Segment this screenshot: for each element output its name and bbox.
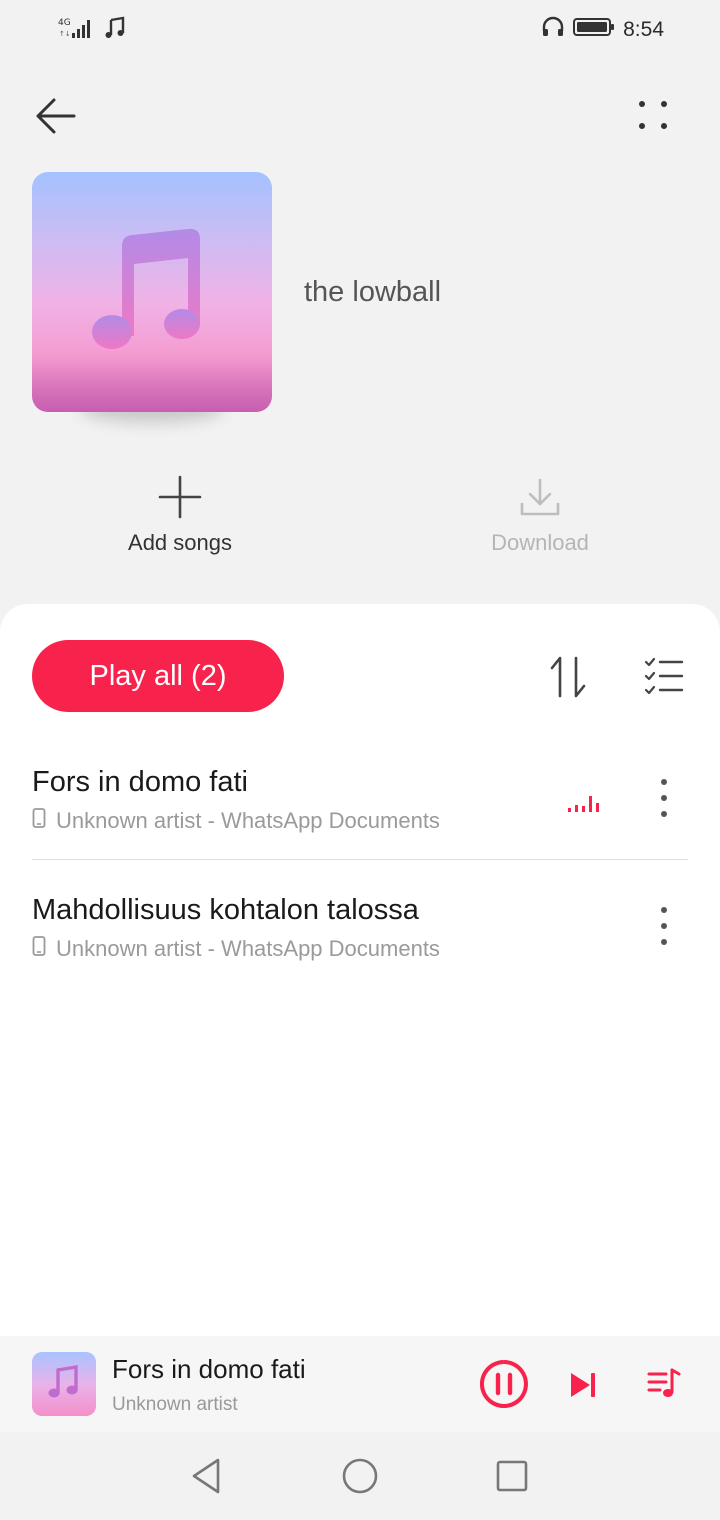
clock: 8:54 [623,17,664,41]
multi-select-button[interactable] [642,656,686,698]
triangle-back-icon [188,1456,224,1501]
circle-home-icon [340,1456,380,1501]
system-navigation-bar [0,1432,720,1520]
music-note-icon [47,1364,81,1405]
plus-icon [158,475,202,524]
song-more-button[interactable] [650,906,678,950]
back-arrow-icon [34,96,78,141]
sort-button[interactable] [548,654,592,700]
song-subtitle: Unknown artist - WhatsApp Documents [56,808,440,833]
music-note-icon [104,16,126,45]
download-label: Download [491,530,589,555]
battery-icon [573,16,615,43]
status-bar: 4G ↑↓ 8:54 [0,0,720,62]
mini-player-artist: Unknown artist [112,1394,238,1415]
pause-button[interactable] [478,1358,530,1410]
download-icon [519,476,561,523]
song-list-sheet: Play all (2) Fors in domo fati Unknown a… [0,604,720,1336]
headphones-icon [541,16,565,43]
mini-player-cover [32,1352,96,1416]
mini-player-title: Fors in domo fati [112,1354,306,1384]
music-note-icon [88,226,206,361]
multi-select-icon [642,657,686,702]
download-button[interactable]: Download [440,474,640,556]
playlist-queue-icon [646,1368,682,1406]
song-subtitle-row: Unknown artist - WhatsApp Documents [32,936,440,962]
back-button[interactable] [30,92,82,144]
phone-icon [32,808,46,834]
play-all-button[interactable]: Play all (2) [32,640,284,712]
nav-home-button[interactable] [338,1456,382,1500]
more-dots-icon [636,98,672,139]
song-subtitle: Unknown artist - WhatsApp Documents [56,936,440,961]
mini-player[interactable]: Fors in domo fati Unknown artist [0,1336,720,1432]
add-songs-label: Add songs [128,530,232,555]
next-track-button[interactable] [566,1368,600,1402]
song-subtitle-row: Unknown artist - WhatsApp Documents [32,808,440,834]
song-more-button[interactable] [650,778,678,822]
nav-recents-button[interactable] [490,1456,534,1500]
sort-icon [548,656,592,704]
status-left: 4G ↑↓ [58,16,126,45]
vertical-dots-icon [660,778,668,823]
song-row[interactable]: Mahdollisuus kohtalon talossa Unknown ar… [32,876,688,988]
signal-icon: 4G ↑↓ [58,16,96,45]
status-right: 8:54 [541,16,664,43]
skip-next-icon [566,1373,600,1406]
add-songs-button[interactable]: Add songs [80,474,280,556]
playlist-cover [32,172,272,412]
svg-text:↑↓: ↑↓ [59,30,71,38]
now-playing-equalizer-icon [566,792,600,819]
network-type-label: 4G [58,18,71,28]
vertical-dots-icon [660,906,668,951]
song-title: Mahdollisuus kohtalon talossa [32,894,419,926]
song-title: Fors in domo fati [32,766,248,798]
pause-icon [478,1360,530,1414]
song-row[interactable]: Fors in domo fati Unknown artist - Whats… [32,748,688,860]
phone-icon [32,936,46,962]
nav-back-button[interactable] [184,1456,228,1500]
square-recents-icon [494,1458,530,1499]
playlist-title: the lowball [304,276,442,308]
queue-button[interactable] [646,1366,682,1402]
more-options-button[interactable] [628,92,680,144]
top-app-bar [0,84,720,148]
playlist-cover-container [32,172,272,422]
